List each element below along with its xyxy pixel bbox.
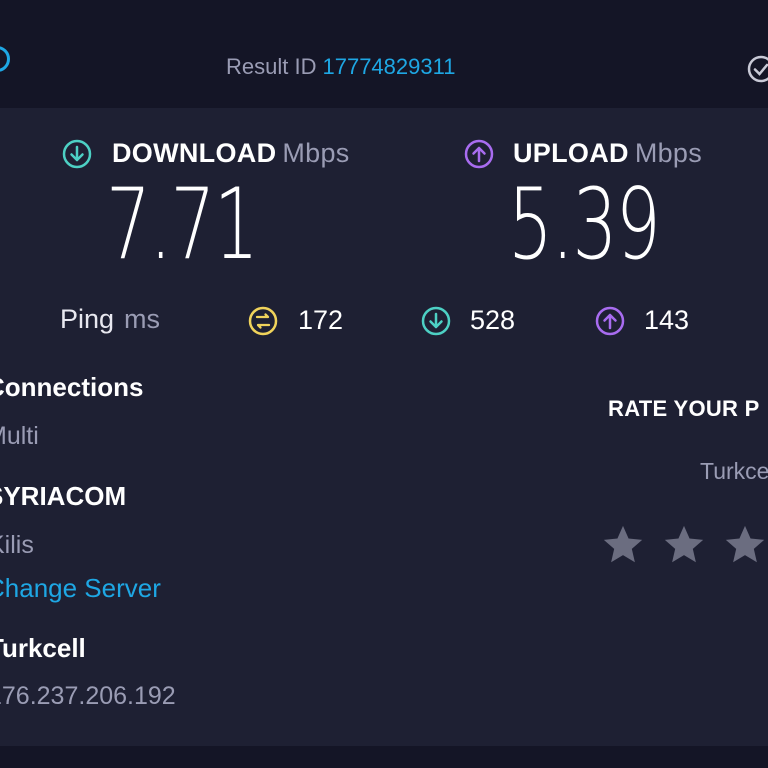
isp-ip: 176.237.206.192: [0, 682, 176, 710]
download-arrow-icon: [62, 139, 92, 169]
upload-arrow-icon: [464, 139, 494, 169]
change-server-link[interactable]: Change Server: [0, 573, 161, 604]
result-id-row: Result ID 17774829311: [226, 54, 455, 80]
download-unit: Mbps: [282, 138, 350, 168]
ping-label-row: Ping ms: [60, 304, 160, 335]
ping-idle-value: 172: [298, 305, 344, 335]
upload-unit: Mbps: [634, 138, 703, 168]
rating-star-2[interactable]: [661, 522, 707, 568]
rating-star-1[interactable]: [600, 522, 646, 568]
upload-latency-icon: [595, 306, 625, 336]
ping-label: Ping: [60, 304, 115, 334]
rate-provider-name: Turkce: [700, 458, 768, 484]
server-name: SYRIACOM: [0, 481, 127, 511]
download-value: 7.71: [106, 168, 259, 282]
ping-upload-value: 143: [644, 305, 690, 335]
download-latency-icon: [421, 306, 451, 336]
ping-unit: ms: [124, 304, 161, 334]
result-id-label: Result ID: [226, 54, 317, 79]
check-circle-icon[interactable]: [746, 54, 768, 84]
connections-value[interactable]: Multi: [0, 422, 39, 451]
upload-header: UPLOAD Mbps: [513, 138, 702, 169]
bottom-bar: [0, 746, 768, 768]
idle-latency-icon: [248, 306, 278, 336]
download-label: DOWNLOAD: [112, 138, 277, 168]
download-header: DOWNLOAD Mbps: [112, 138, 350, 169]
isp-name: Turkcell: [0, 633, 86, 663]
rate-provider-title: RATE YOUR P: [608, 396, 760, 421]
upload-value: 5.39: [508, 168, 661, 282]
server-location: Kilis: [0, 531, 34, 559]
rating-star-3[interactable]: [722, 522, 768, 568]
upload-label: UPLOAD: [513, 138, 629, 168]
result-id-link[interactable]: 17774829311: [322, 54, 455, 79]
ping-download-value: 528: [470, 305, 516, 335]
connections-title: Connections: [0, 372, 144, 402]
